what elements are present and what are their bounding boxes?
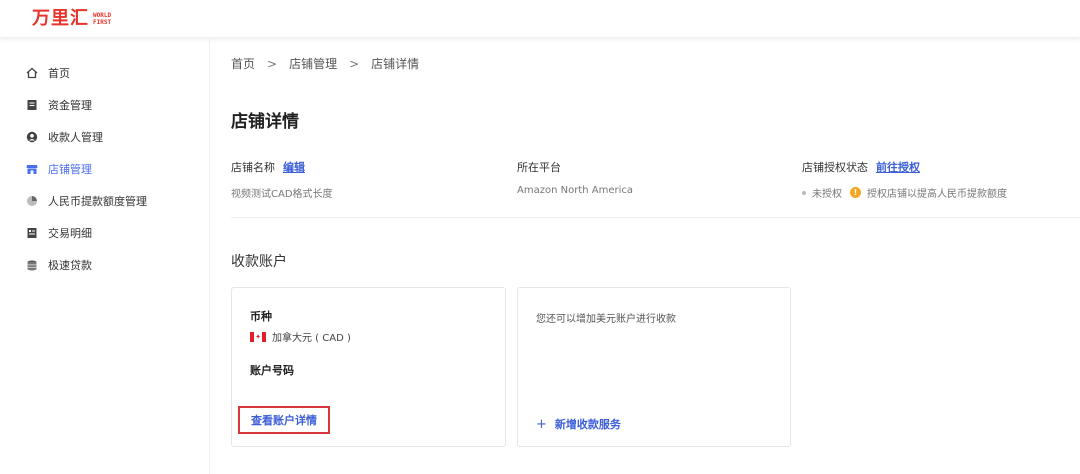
- breadcrumb-separator: >: [349, 56, 360, 71]
- plus-icon: +: [536, 416, 547, 432]
- sidebar-item-label: 人民币提款额度管理: [48, 195, 147, 208]
- store-icon: [26, 163, 38, 175]
- sidebar-item-home[interactable]: 首页: [26, 63, 70, 83]
- sidebar-item-label: 资金管理: [48, 99, 92, 112]
- auth-status-field: 店铺授权状态 前往授权 未授权 ! 授权店铺以提高人民币提款额度: [802, 159, 1007, 200]
- document-icon: [26, 99, 38, 111]
- worldfirst-logo[interactable]: 万里汇 WORLD FIRST: [32, 8, 111, 30]
- status-dot-icon: [802, 190, 806, 195]
- sidebar-item-label: 极速贷款: [48, 259, 92, 272]
- platform-value: Amazon North America: [517, 185, 633, 196]
- breadcrumb-stores[interactable]: 店铺管理: [289, 55, 337, 72]
- store-name-label: 店铺名称: [231, 161, 275, 174]
- sidebar-item-label: 首页: [48, 67, 70, 80]
- store-name-field: 店铺名称 编辑 视频测试CAD格式长度: [231, 159, 333, 200]
- sidebar-item-transactions[interactable]: 交易明细: [26, 223, 92, 243]
- quota-icon: [26, 195, 38, 207]
- auth-status-value: 未授权: [812, 189, 842, 200]
- sidebar-item-label: 交易明细: [48, 227, 92, 240]
- add-collection-service-label: 新增收款服务: [554, 418, 621, 431]
- top-header: 万里汇 WORLD FIRST: [0, 0, 1080, 38]
- breadcrumb-separator: >: [267, 56, 278, 71]
- sidebar-item-rmb-quota[interactable]: 人民币提款额度管理: [26, 191, 147, 211]
- sidebar: 首页 资金管理 收款人管理 店铺管理 人民币提款额度管理 交易明细 极速贷款: [0, 39, 210, 474]
- add-account-card: 您还可以增加美元账户进行收款 + 新增收款服务: [517, 287, 791, 447]
- sidebar-item-stores[interactable]: 店铺管理: [26, 159, 92, 179]
- currency-label: 币种: [250, 310, 272, 323]
- account-number-label: 账户号码: [250, 364, 294, 377]
- add-collection-service-button[interactable]: + 新增收款服务: [536, 416, 621, 432]
- warning-icon: !: [850, 187, 861, 198]
- sidebar-item-funds[interactable]: 资金管理: [26, 95, 92, 115]
- user-icon: [26, 131, 38, 143]
- platform-label: 所在平台: [517, 161, 561, 174]
- accounts-section-title: 收款账户: [231, 254, 287, 270]
- logo-text-en-line1: WORLD: [93, 12, 112, 19]
- page-title: 店铺详情: [231, 112, 299, 132]
- list-icon: [26, 227, 38, 239]
- view-account-details-link[interactable]: 查看账户详情: [238, 406, 330, 434]
- canada-flag-icon: ✦: [250, 331, 266, 342]
- sidebar-item-payees[interactable]: 收款人管理: [26, 127, 103, 147]
- divider: [231, 217, 1080, 218]
- sidebar-item-label: 店铺管理: [48, 163, 92, 176]
- sidebar-item-loan[interactable]: 极速贷款: [26, 255, 92, 275]
- breadcrumb: 首页 > 店铺管理 > 店铺详情: [231, 55, 419, 72]
- auth-tip-text: 授权店铺以提高人民币提款额度: [867, 189, 1007, 200]
- add-account-hint: 您还可以增加美元账户进行收款: [536, 314, 676, 325]
- currency-value: 加拿大元 ( CAD ): [272, 333, 351, 344]
- sidebar-item-label: 收款人管理: [48, 131, 103, 144]
- platform-field: 所在平台 Amazon North America: [517, 159, 633, 196]
- currency-value-row: ✦ 加拿大元 ( CAD ): [250, 329, 351, 344]
- auth-status-label: 店铺授权状态: [802, 161, 868, 174]
- store-name-value: 视频测试CAD格式长度: [231, 189, 333, 200]
- loan-icon: [26, 259, 38, 271]
- logo-text-cn: 万里汇: [32, 8, 89, 29]
- breadcrumb-home[interactable]: 首页: [231, 55, 255, 72]
- edit-store-name-link[interactable]: 编辑: [283, 159, 305, 175]
- logo-text-en: WORLD FIRST: [93, 12, 111, 26]
- main-content: 首页 > 店铺管理 > 店铺详情 店铺详情 店铺名称 编辑 视频测试CAD格式长…: [211, 39, 1080, 474]
- home-icon: [26, 67, 38, 79]
- account-card-cad: 币种 ✦ 加拿大元 ( CAD ) 账户号码 查看账户详情: [231, 287, 506, 447]
- logo-text-en-line2: FIRST: [93, 19, 112, 26]
- breadcrumb-current: 店铺详情: [371, 57, 420, 71]
- go-authorize-link[interactable]: 前往授权: [876, 159, 920, 175]
